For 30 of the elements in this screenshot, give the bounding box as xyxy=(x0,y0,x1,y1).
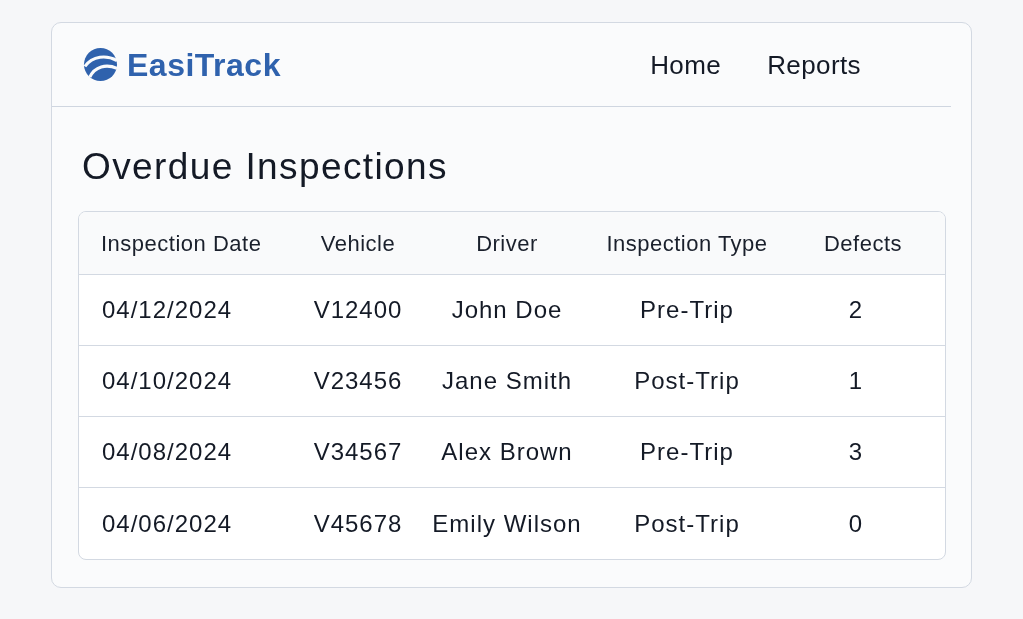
column-header: Vehicle xyxy=(320,229,396,258)
table-cell-text: Pre-Trip xyxy=(640,437,734,467)
column-header: Inspection Type xyxy=(606,229,768,258)
column-header: Driver xyxy=(476,229,538,258)
table-cell-text: Emily Wilson xyxy=(432,508,582,539)
table-cell-text: 2 xyxy=(848,295,864,325)
table-cell-text: V23456 xyxy=(313,366,403,396)
column-header: Defects xyxy=(823,229,903,258)
table-cell-text: Post-Trip xyxy=(634,366,740,396)
table-cell-text: Alex Brown xyxy=(441,437,573,467)
column-header: Inspection Date xyxy=(101,229,262,258)
brand-name: EasiTrack xyxy=(127,48,281,81)
table-cell-text: V12400 xyxy=(313,295,403,325)
page-title: Overdue Inspections xyxy=(82,145,448,189)
table-cell-text: V34567 xyxy=(313,437,403,467)
table-cell-text: V45678 xyxy=(313,508,403,539)
logo-icon xyxy=(83,47,118,82)
table-cell-text: 04/12/2024 xyxy=(102,295,233,325)
table-cell-text: 3 xyxy=(848,437,864,467)
table-cell-text: 04/06/2024 xyxy=(102,508,233,539)
table-cell-text: John Doe xyxy=(451,295,563,325)
table-cell-text: 1 xyxy=(848,366,864,396)
table-cell-text: 04/08/2024 xyxy=(102,437,233,467)
table-cell-text: Post-Trip xyxy=(634,508,740,539)
table-cell-text: 0 xyxy=(848,508,864,539)
table-cell-text: 04/10/2024 xyxy=(102,366,233,396)
table-cell-text: Pre-Trip xyxy=(640,295,734,325)
nav-link[interactable]: Home xyxy=(650,51,722,78)
nav-link[interactable]: Reports xyxy=(767,51,861,78)
table-cell-text: Jane Smith xyxy=(441,366,573,396)
